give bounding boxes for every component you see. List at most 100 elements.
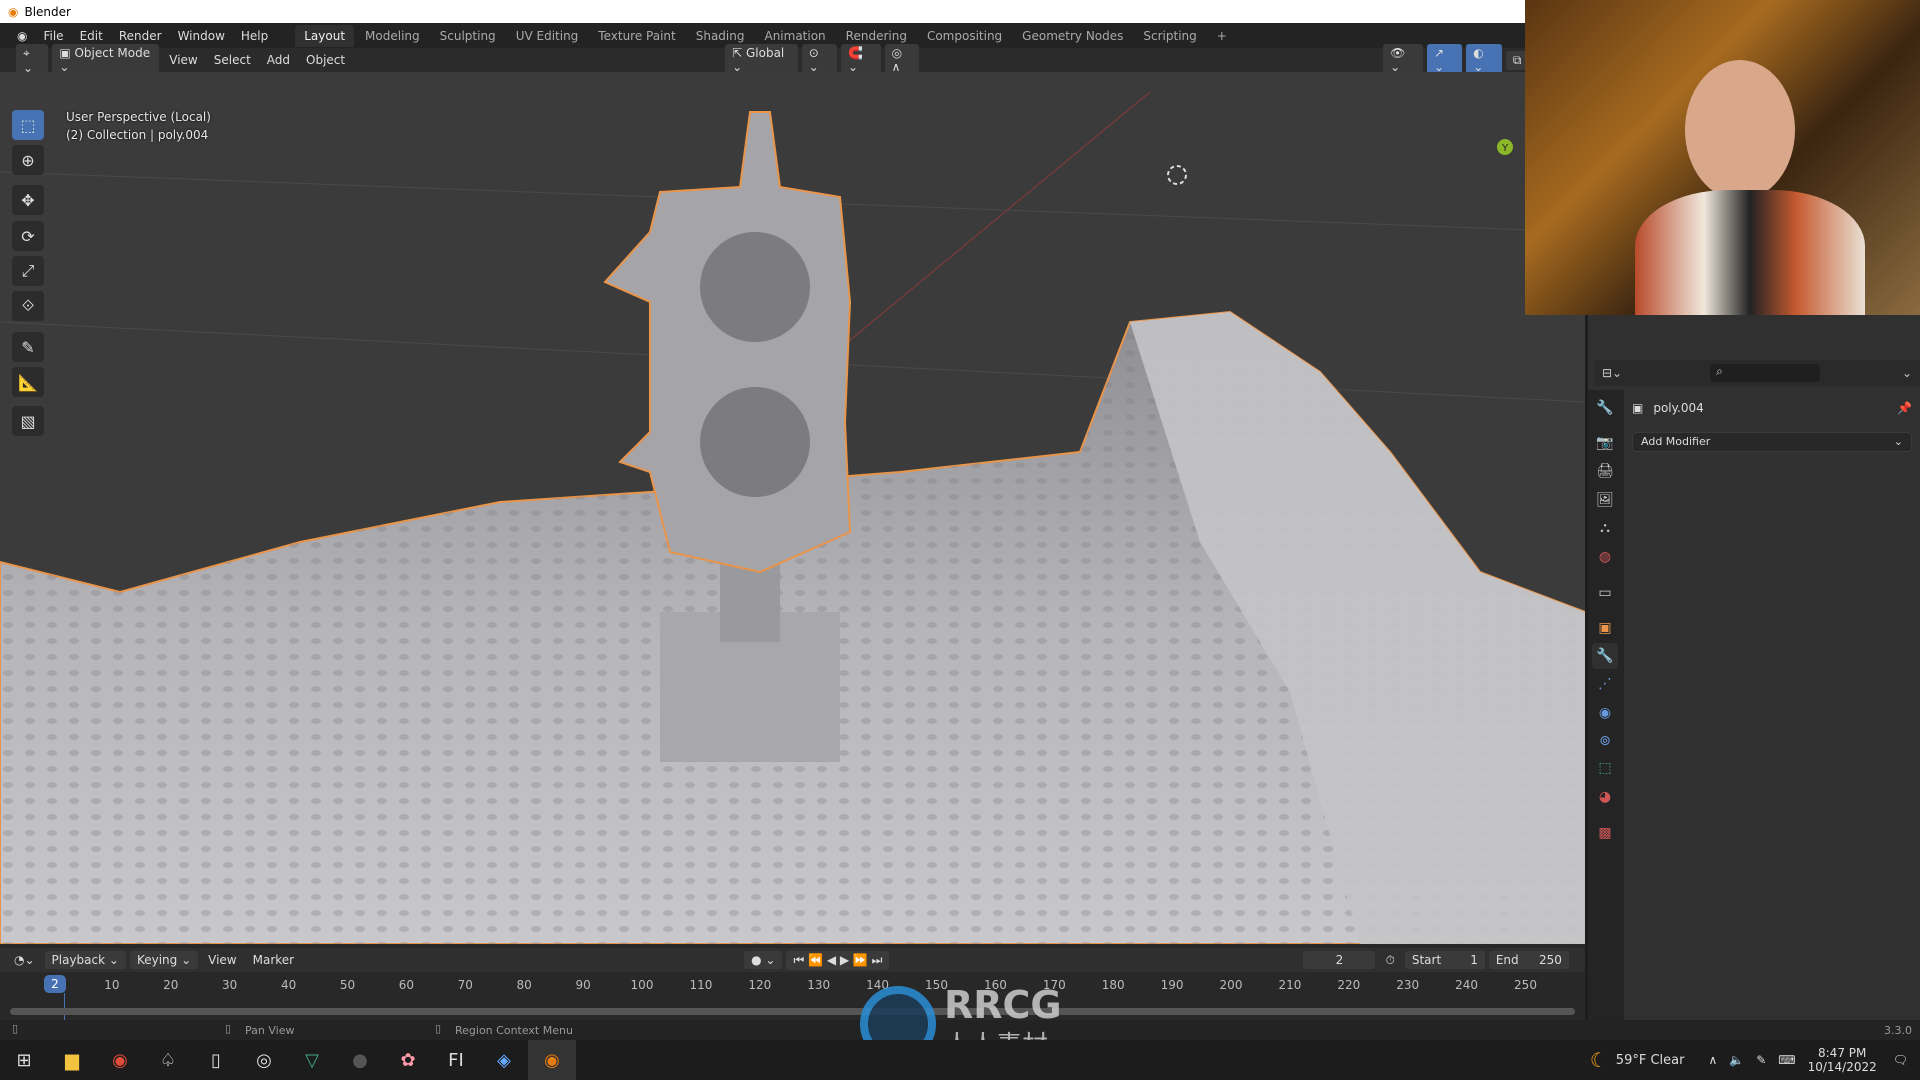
tab-output[interactable]: 🖨 bbox=[1592, 458, 1618, 484]
options-chevron-icon[interactable]: ⌄ bbox=[1902, 366, 1912, 380]
scale-tool[interactable]: ⤢ bbox=[12, 256, 44, 286]
annotate-tool[interactable]: ✎ bbox=[12, 332, 44, 362]
tab-tool[interactable]: 🔧 bbox=[1592, 395, 1618, 421]
editor-type-button[interactable]: ⊟⌄ bbox=[1602, 366, 1622, 380]
add-modifier-dropdown[interactable]: Add Modifier ⌄ bbox=[1632, 432, 1912, 452]
tray-chevron-icon[interactable]: ∧ bbox=[1708, 1053, 1717, 1067]
notepad-icon[interactable]: ▯ bbox=[192, 1040, 240, 1080]
tab-layout[interactable]: Layout bbox=[295, 24, 355, 47]
menu-view[interactable]: View bbox=[163, 51, 203, 69]
webcam-overlay bbox=[1525, 0, 1920, 315]
tool-icon: 🔧 bbox=[1596, 400, 1614, 416]
collection-icon: ▭ bbox=[1598, 585, 1612, 601]
window-title: Blender bbox=[24, 4, 71, 19]
frame-tick: 250 bbox=[1514, 978, 1537, 992]
frame-tick: 10 bbox=[104, 978, 120, 992]
fl-studio-icon[interactable]: FI bbox=[432, 1040, 480, 1080]
app-icon[interactable]: ● bbox=[336, 1040, 384, 1080]
properties-search[interactable]: ⌕ bbox=[1710, 364, 1821, 382]
stopwatch-icon[interactable]: ⏱ bbox=[1379, 951, 1400, 970]
move-tool[interactable]: ✥ bbox=[12, 185, 44, 215]
start-frame-field[interactable]: Start 1 bbox=[1404, 951, 1485, 969]
tab-material[interactable]: ◕ bbox=[1592, 784, 1618, 810]
file-explorer-icon[interactable]: ▆ bbox=[48, 1040, 96, 1080]
pin-icon[interactable]: 📌 bbox=[1897, 401, 1912, 415]
rotate-tool[interactable]: ⟳ bbox=[12, 221, 44, 251]
volume-icon[interactable]: 🔈 bbox=[1729, 1053, 1744, 1067]
notifications-icon[interactable]: 🗨 bbox=[1893, 1053, 1908, 1067]
tab-particles[interactable]: ⋰ bbox=[1592, 671, 1618, 697]
tab-texture[interactable]: ▩ bbox=[1592, 820, 1618, 846]
playhead[interactable]: 2 bbox=[44, 975, 66, 993]
view-name: User Perspective (Local) bbox=[66, 110, 211, 124]
tab-object[interactable]: ▣ bbox=[1592, 615, 1618, 641]
marker-menu[interactable]: Marker bbox=[247, 951, 300, 969]
frame-tick: 230 bbox=[1396, 978, 1420, 992]
inkscape-icon[interactable]: ♤ bbox=[144, 1040, 192, 1080]
traffic-light-lens bbox=[700, 387, 810, 497]
frame-tick: 80 bbox=[516, 978, 532, 992]
obs-icon[interactable]: ◎ bbox=[240, 1040, 288, 1080]
wrench-icon: 🔧 bbox=[1596, 648, 1614, 664]
clock[interactable]: 8:47 PM 10/14/2022 bbox=[1808, 1046, 1877, 1074]
watermark-text: RRCG bbox=[944, 983, 1062, 1027]
tab-collection[interactable]: ▭ bbox=[1592, 580, 1618, 606]
tab-sculpting[interactable]: Sculpting bbox=[431, 25, 505, 47]
blender-taskbar-icon[interactable]: ◉ bbox=[528, 1040, 576, 1080]
tab-physics[interactable]: ◉ bbox=[1592, 700, 1618, 726]
tab-compositing[interactable]: Compositing bbox=[918, 25, 1011, 47]
menu-add[interactable]: Add bbox=[261, 51, 296, 69]
pen-icon[interactable]: ✎ bbox=[1756, 1053, 1766, 1067]
end-frame-field[interactable]: End 250 bbox=[1488, 951, 1569, 969]
tab-world[interactable]: ◍ bbox=[1592, 544, 1618, 570]
menu-window[interactable]: Window bbox=[171, 26, 232, 46]
app-icon[interactable]: ▽ bbox=[288, 1040, 336, 1080]
scene-icon: ⛬ bbox=[1600, 520, 1610, 536]
timeline-scrollbar[interactable] bbox=[10, 1008, 1575, 1015]
playback-controls[interactable]: ⏮ ⏪ ◀ ▶ ⏩ ⏭ bbox=[786, 950, 890, 970]
add-cube-tool[interactable]: ▧ bbox=[12, 406, 44, 436]
menu-edit[interactable]: Edit bbox=[73, 26, 110, 46]
transform-icon: ⟐ bbox=[21, 296, 35, 315]
weather-text[interactable]: 59°F Clear bbox=[1616, 1053, 1685, 1068]
frame-tick: 40 bbox=[280, 978, 297, 992]
frame-tick: 130 bbox=[807, 978, 831, 992]
tab-texture-paint[interactable]: Texture Paint bbox=[589, 25, 684, 47]
tab-modeling[interactable]: Modeling bbox=[356, 25, 429, 47]
playback-menu[interactable]: Playback ⌄ bbox=[44, 951, 126, 969]
menu-object[interactable]: Object bbox=[300, 51, 351, 69]
tab-constraints[interactable]: ⊚ bbox=[1592, 728, 1618, 754]
menu-select[interactable]: Select bbox=[208, 51, 257, 69]
menu-file[interactable]: File bbox=[36, 26, 70, 46]
measure-tool[interactable]: 📐 bbox=[12, 367, 44, 397]
keying-menu[interactable]: Keying ⌄ bbox=[129, 951, 199, 969]
view-menu[interactable]: View bbox=[202, 951, 242, 969]
3d-viewport[interactable]: Y User Perspective (Local) (2) Collectio… bbox=[0, 72, 1585, 944]
editor-type-button[interactable]: ◔⌄ bbox=[8, 951, 41, 969]
timeline[interactable]: ◔⌄ Playback ⌄ Keying ⌄ View Marker ● ⌄ ⏮… bbox=[0, 944, 1585, 1020]
blender-menu-icon[interactable]: ◉ bbox=[10, 26, 34, 46]
select-box-tool[interactable]: ⬚ bbox=[12, 110, 44, 140]
keyboard-icon[interactable]: ⌨ bbox=[1778, 1053, 1795, 1067]
current-frame-field[interactable]: 2 bbox=[1303, 951, 1376, 969]
tab-render[interactable]: 📷 bbox=[1592, 430, 1618, 456]
chrome-icon[interactable]: ◉ bbox=[96, 1040, 144, 1080]
blender-logo-icon: ◉ bbox=[8, 4, 19, 19]
app-icon[interactable]: ✿ bbox=[384, 1040, 432, 1080]
auto-key-toggle[interactable]: ● ⌄ bbox=[744, 951, 783, 969]
start-button[interactable]: ⊞ bbox=[0, 1040, 48, 1080]
cursor-tool[interactable]: ⊕ bbox=[12, 145, 44, 175]
tab-view-layer[interactable]: 🖼 bbox=[1592, 487, 1618, 513]
menu-help[interactable]: Help bbox=[234, 26, 275, 46]
tab-data[interactable]: ⬚ bbox=[1592, 755, 1618, 781]
tab-scene[interactable]: ⛬ bbox=[1592, 515, 1618, 541]
physics-icon: ◉ bbox=[1598, 705, 1612, 721]
tab-uv-editing[interactable]: UV Editing bbox=[507, 25, 588, 47]
transform-tool[interactable]: ⟐ bbox=[12, 291, 44, 321]
menu-render[interactable]: Render bbox=[112, 26, 169, 46]
tab-scripting[interactable]: Scripting bbox=[1134, 25, 1205, 47]
add-workspace-button[interactable]: + bbox=[1208, 25, 1236, 47]
tab-modifiers[interactable]: 🔧 bbox=[1592, 643, 1618, 669]
tab-geometry-nodes[interactable]: Geometry Nodes bbox=[1013, 25, 1132, 47]
davinci-icon[interactable]: ◈ bbox=[480, 1040, 528, 1080]
